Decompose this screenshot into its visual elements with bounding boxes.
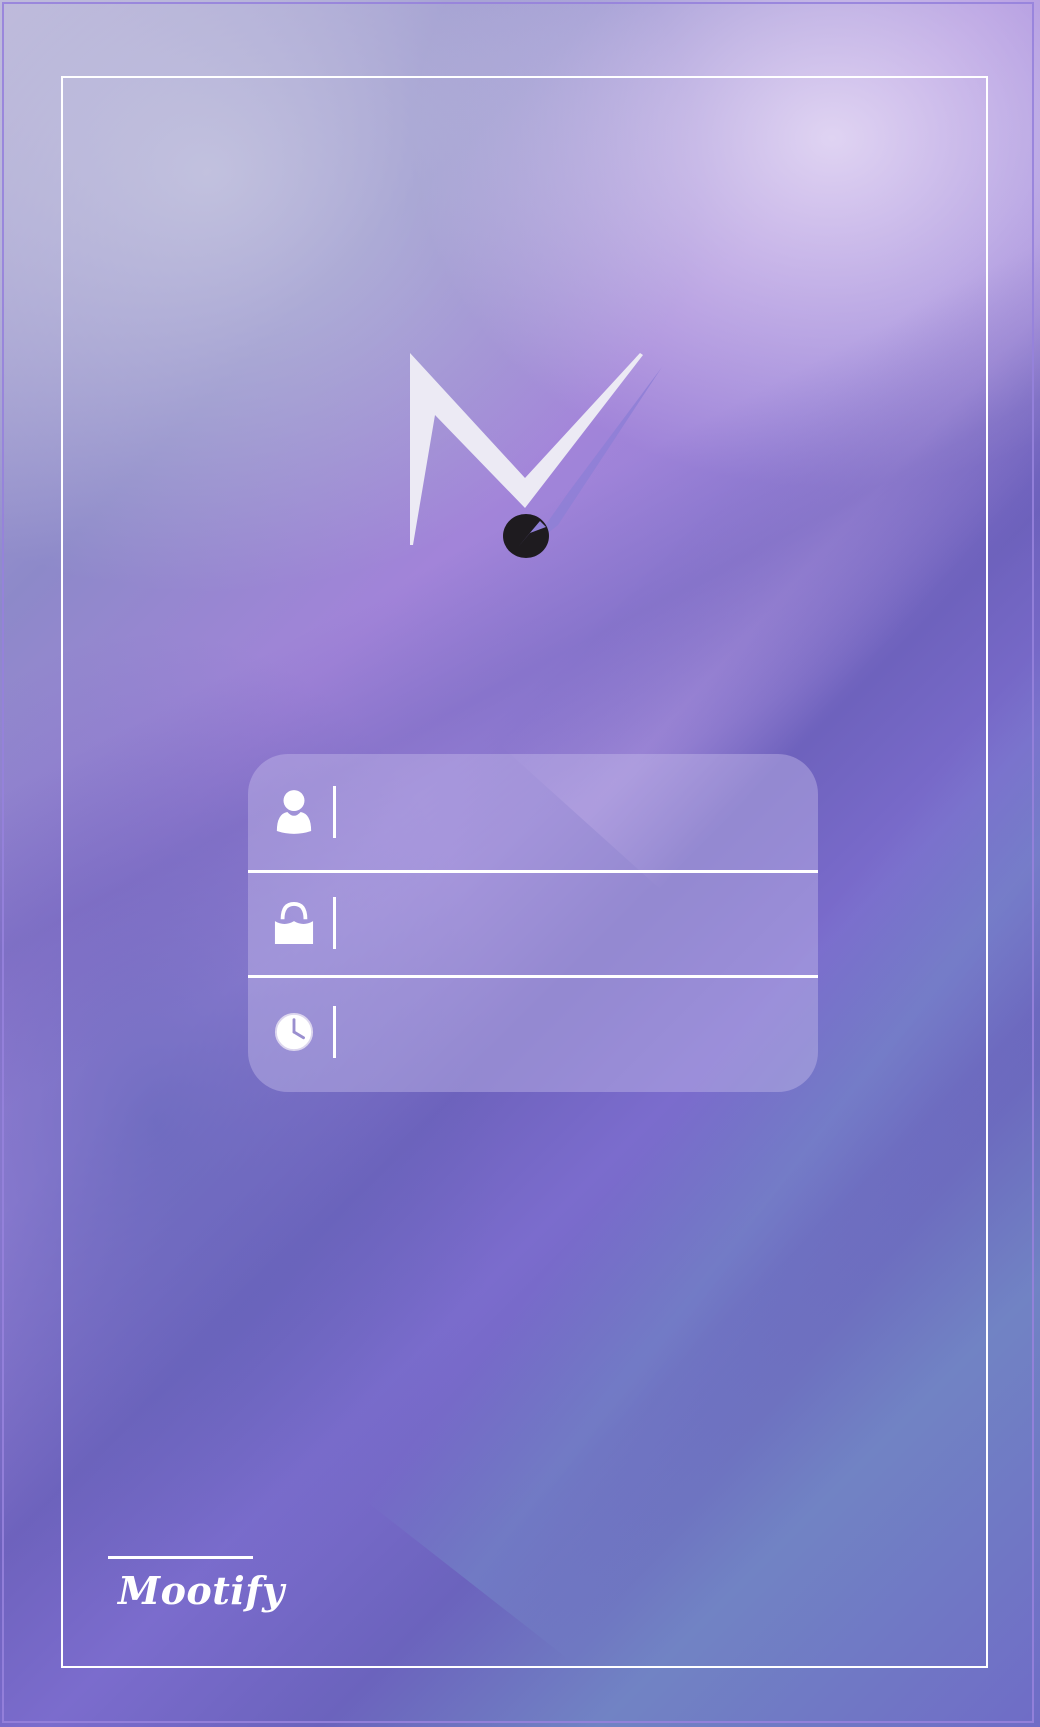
brand-name: Mootify <box>118 1568 285 1613</box>
brand-underline <box>108 1556 253 1559</box>
user-icon <box>274 787 314 837</box>
username-input[interactable] <box>348 783 798 841</box>
app-logo <box>410 353 662 558</box>
time-row <box>248 975 818 1088</box>
time-cursor <box>333 1005 336 1058</box>
password-input[interactable] <box>348 893 798 952</box>
time-input[interactable] <box>348 1002 798 1061</box>
username-row <box>248 754 818 870</box>
username-cursor <box>333 786 336 838</box>
lock-icon <box>274 898 314 948</box>
login-screen: Mootify <box>0 0 1040 1727</box>
clock-icon <box>274 1007 314 1057</box>
login-card <box>248 754 818 1092</box>
logo-dot <box>503 514 549 558</box>
password-cursor <box>333 896 336 949</box>
password-row <box>248 870 818 975</box>
